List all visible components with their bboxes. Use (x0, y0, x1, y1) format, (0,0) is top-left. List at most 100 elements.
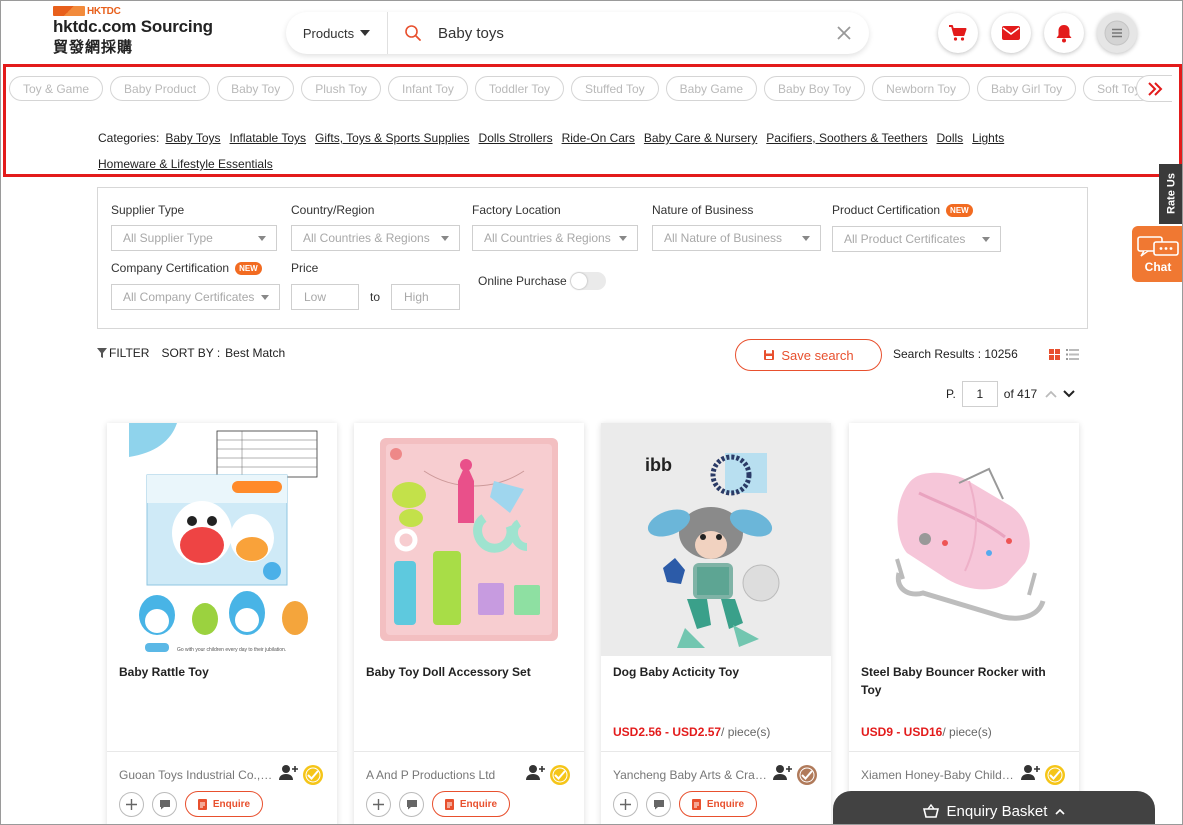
price-unit: / piece(s) (721, 725, 771, 739)
supplier-type-label: Supplier Type (111, 203, 185, 217)
plus-icon (620, 798, 631, 810)
new-badge: NEW (235, 261, 262, 275)
sort-by-value[interactable]: Best Match (225, 346, 285, 360)
follow-supplier-icon[interactable] (526, 764, 546, 782)
enquire-button[interactable]: Enquire (432, 791, 510, 817)
enquiry-basket-label: Enquiry Basket (946, 802, 1048, 820)
country-region-select[interactable]: All Countries & Regions (291, 225, 460, 251)
product-certification-label: Product Certification (832, 203, 941, 217)
product-image[interactable] (354, 423, 584, 656)
supplier-name[interactable]: Yancheng Baby Arts & Crafts Co., Ltd. (613, 768, 768, 782)
notifications-button[interactable] (1044, 13, 1084, 53)
site-logo[interactable]: HKTDC hktdc.com Sourcing 貿發網採購 (53, 5, 243, 57)
filter-icon[interactable] (97, 348, 107, 358)
factory-location-select[interactable]: All Countries & Regions (472, 225, 638, 251)
verified-badge-icon (550, 765, 570, 785)
price-high-input[interactable]: High (391, 284, 460, 310)
sort-bar: FILTER SORT BY : Best Match (97, 346, 285, 360)
company-certification-header: Company Certification NEW (111, 261, 262, 275)
document-icon (197, 798, 207, 810)
nature-of-business-select[interactable]: All Nature of Business (652, 225, 821, 251)
dropdown-arrow-icon (619, 236, 627, 241)
chevron-up-icon[interactable] (1045, 390, 1057, 398)
enquire-button[interactable]: Enquire (185, 791, 263, 817)
product-name[interactable]: Steel Baby Bouncer Rocker with Toy (861, 663, 1061, 699)
card-divider (601, 751, 831, 752)
save-icon (764, 350, 775, 360)
company-certification-label: Company Certification (111, 261, 230, 275)
chat-supplier-button[interactable] (399, 791, 424, 817)
card-actions: Enquire (119, 791, 263, 817)
search-category-dropdown[interactable]: Products (286, 12, 388, 54)
chat-supplier-button[interactable] (152, 791, 177, 817)
sort-by-label: SORT BY : (161, 346, 221, 360)
product-image[interactable]: ibb (601, 423, 831, 656)
product-image[interactable] (849, 423, 1079, 656)
factory-location-label: Factory Location (472, 203, 561, 217)
nature-of-business-label: Nature of Business (652, 203, 754, 217)
list-view-icon[interactable] (1066, 349, 1079, 360)
dropdown-arrow-icon (261, 295, 269, 300)
plus-icon (126, 798, 137, 810)
online-purchase-toggle[interactable] (570, 272, 606, 290)
page-frame: HKTDC hktdc.com Sourcing 貿發網採購 Products … (0, 0, 1183, 825)
search-icon[interactable] (388, 24, 438, 42)
follow-supplier-icon[interactable] (279, 764, 299, 782)
product-certification-select[interactable]: All Product Certificates (832, 226, 1001, 252)
top-header: HKTDC hktdc.com Sourcing 貿發網採購 Products … (1, 1, 1182, 65)
clear-search-icon[interactable] (819, 25, 869, 41)
product-name[interactable]: Baby Rattle Toy (119, 663, 319, 681)
grid-view-icon[interactable] (1049, 349, 1060, 360)
follow-supplier-icon[interactable] (773, 764, 793, 782)
card-divider (107, 751, 337, 752)
plus-icon (373, 798, 384, 810)
chevron-down-icon[interactable] (1063, 390, 1075, 398)
price-unit: / piece(s) (942, 725, 992, 739)
company-certification-value: All Company Certificates (123, 290, 255, 304)
chat-supplier-button[interactable] (646, 791, 671, 817)
supplier-name[interactable]: A And P Productions Ltd (366, 768, 521, 782)
add-to-basket-button[interactable] (119, 791, 144, 817)
menu-button[interactable] (1097, 13, 1137, 53)
country-region-value: All Countries & Regions (303, 231, 430, 245)
page-number-input[interactable]: 1 (961, 381, 998, 407)
caret-down-icon (360, 30, 371, 36)
mail-icon (1002, 26, 1020, 40)
follow-supplier-icon[interactable] (1021, 764, 1041, 782)
chat-bubble-icon (653, 799, 664, 809)
price-label: Price (291, 261, 319, 275)
product-name[interactable]: Dog Baby Acticity Toy (613, 663, 813, 681)
enquire-button[interactable]: Enquire (679, 791, 757, 817)
enquire-label: Enquire (212, 798, 251, 810)
cart-button[interactable] (938, 13, 978, 53)
rate-us-tab[interactable]: Rate Us (1159, 164, 1182, 224)
product-image[interactable]: Go with your children every day to their… (107, 423, 337, 656)
verified-badge-icon (303, 765, 323, 785)
product-card[interactable]: Steel Baby Bouncer Rocker with Toy USD9 … (849, 423, 1079, 824)
company-certification-select[interactable]: All Company Certificates (111, 284, 280, 310)
add-to-basket-button[interactable] (613, 791, 638, 817)
dropdown-arrow-icon (441, 236, 449, 241)
product-card[interactable]: Baby Toy Doll Accessory Set A And P Prod… (354, 423, 584, 824)
search-input[interactable]: Baby toys (438, 25, 819, 42)
card-actions: Enquire (366, 791, 510, 817)
chevron-up-icon (1055, 808, 1066, 815)
filter-toggle[interactable]: FILTER (109, 346, 149, 360)
supplier-type-select[interactable]: All Supplier Type (111, 225, 277, 251)
enquiry-basket-bar[interactable]: Enquiry Basket (833, 791, 1155, 824)
cart-icon (949, 25, 967, 41)
messages-button[interactable] (991, 13, 1031, 53)
logo-title: hktdc.com Sourcing (53, 17, 213, 36)
dropdown-arrow-icon (802, 236, 810, 241)
product-card[interactable]: ibb Dog Baby Acticity Toy USD2.56 - USD2… (601, 423, 831, 824)
add-to-basket-button[interactable] (366, 791, 391, 817)
supplier-name[interactable]: Xiamen Honey-Baby Children Products Co.,… (861, 768, 1016, 782)
supplier-name[interactable]: Guoan Toys Industrial Co., Limited (119, 768, 274, 782)
save-search-button[interactable]: Save search (735, 339, 882, 371)
product-card[interactable]: Go with your children every day to their… (107, 423, 337, 824)
product-name[interactable]: Baby Toy Doll Accessory Set (366, 663, 566, 681)
svg-text:Go with your children every da: Go with your children every day to their… (177, 647, 286, 653)
chat-label: Chat (1144, 259, 1172, 274)
chat-tab[interactable]: Chat (1132, 226, 1182, 282)
price-low-input[interactable]: Low (291, 284, 359, 310)
